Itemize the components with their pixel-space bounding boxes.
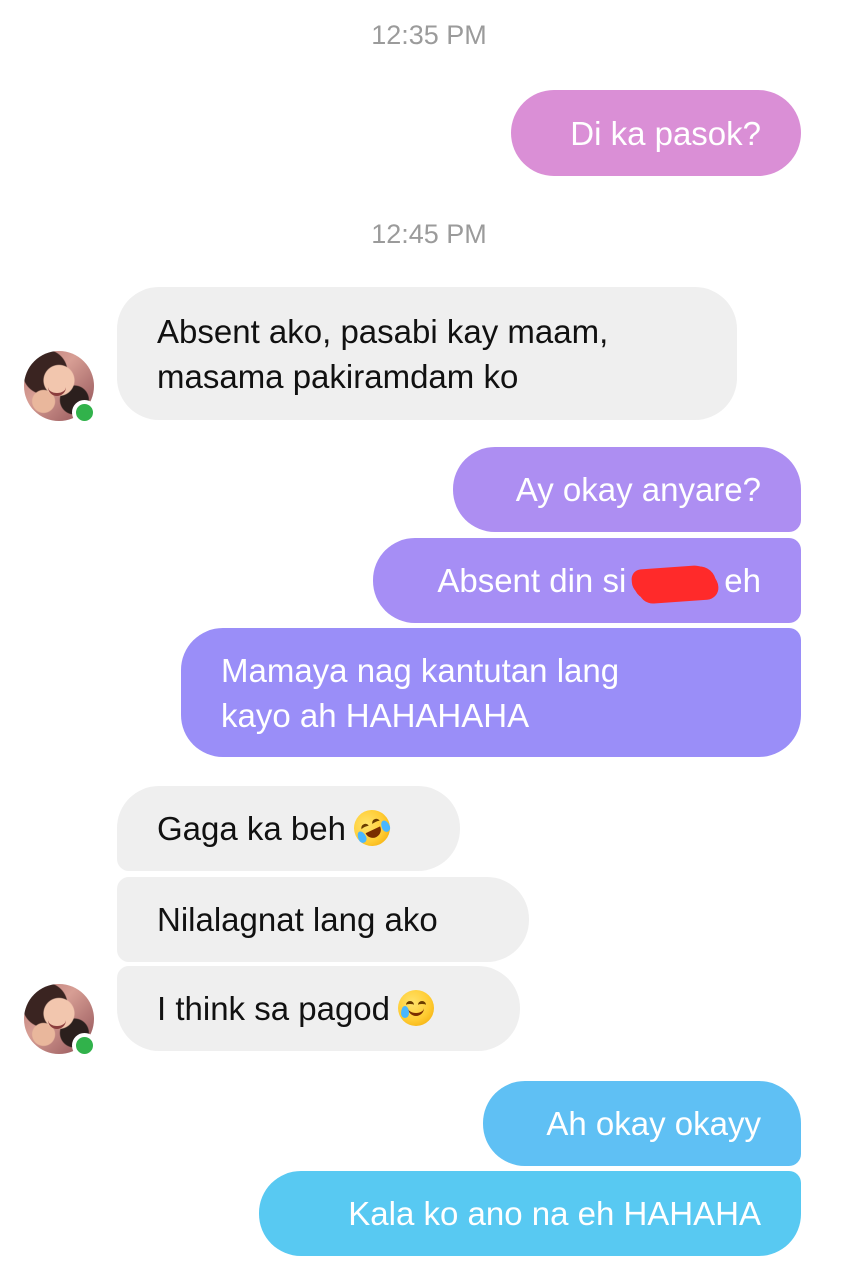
message-outgoing-ah-okay-okayy[interactable]: Ah okay okayy [483, 1081, 801, 1166]
message-text-line-1: Absent ako, pasabi kay maam, [157, 312, 609, 350]
message-text: Kala ko ano na eh HAHAHA [348, 1195, 761, 1232]
message-text-before-redaction: Absent din si [437, 562, 627, 599]
message-text-line-2: kayo ah HAHAHAHA [221, 696, 530, 734]
timestamp-1245: 12:45 PM [371, 219, 487, 249]
online-status-dot [72, 1033, 97, 1058]
online-status-dot [72, 400, 97, 425]
redaction-scribble [633, 565, 718, 602]
message-outgoing-absent-din-si[interactable]: Absent din si eh [373, 538, 801, 623]
message-text-line-2: masama pakiramdam ko [157, 357, 519, 395]
message-outgoing-di-ka-pasok[interactable]: Di ka pasok? [511, 90, 801, 176]
message-outgoing-mamaya[interactable]: Mamaya nag kantutan lang kayo ah HAHAHAH… [181, 628, 801, 757]
message-text: Ay okay anyare? [515, 471, 761, 508]
message-incoming-i-think-sa-pagod[interactable]: I think sa pagod [117, 966, 520, 1051]
message-outgoing-kala-ko-ano-na[interactable]: Kala ko ano na eh HAHAHA [259, 1171, 801, 1256]
message-text: Gaga ka beh [157, 810, 346, 847]
message-text: Di ka pasok? [570, 114, 761, 152]
rofl-emoji-icon [348, 804, 396, 852]
timestamp-1235: 12:35 PM [371, 20, 487, 50]
message-incoming-gaga-ka-beh[interactable]: Gaga ka beh [117, 786, 460, 871]
avatar-face [48, 1018, 66, 1029]
message-text: Nilalagnat lang ako [157, 901, 438, 938]
message-text-after-redaction: eh [724, 562, 761, 599]
message-text-line-1: Mamaya nag kantutan lang [221, 651, 620, 689]
message-text: Ah okay okayy [546, 1105, 761, 1142]
smiling-tear-emoji-icon [398, 990, 434, 1026]
avatar-face [48, 385, 66, 396]
message-incoming-nilalagnat[interactable]: Nilalagnat lang ako [117, 877, 529, 962]
message-incoming-absent-ako[interactable]: Absent ako, pasabi kay maam, masama paki… [117, 287, 737, 420]
message-text: I think sa pagod [157, 990, 390, 1027]
message-outgoing-ay-okay-anyare[interactable]: Ay okay anyare? [453, 447, 801, 532]
